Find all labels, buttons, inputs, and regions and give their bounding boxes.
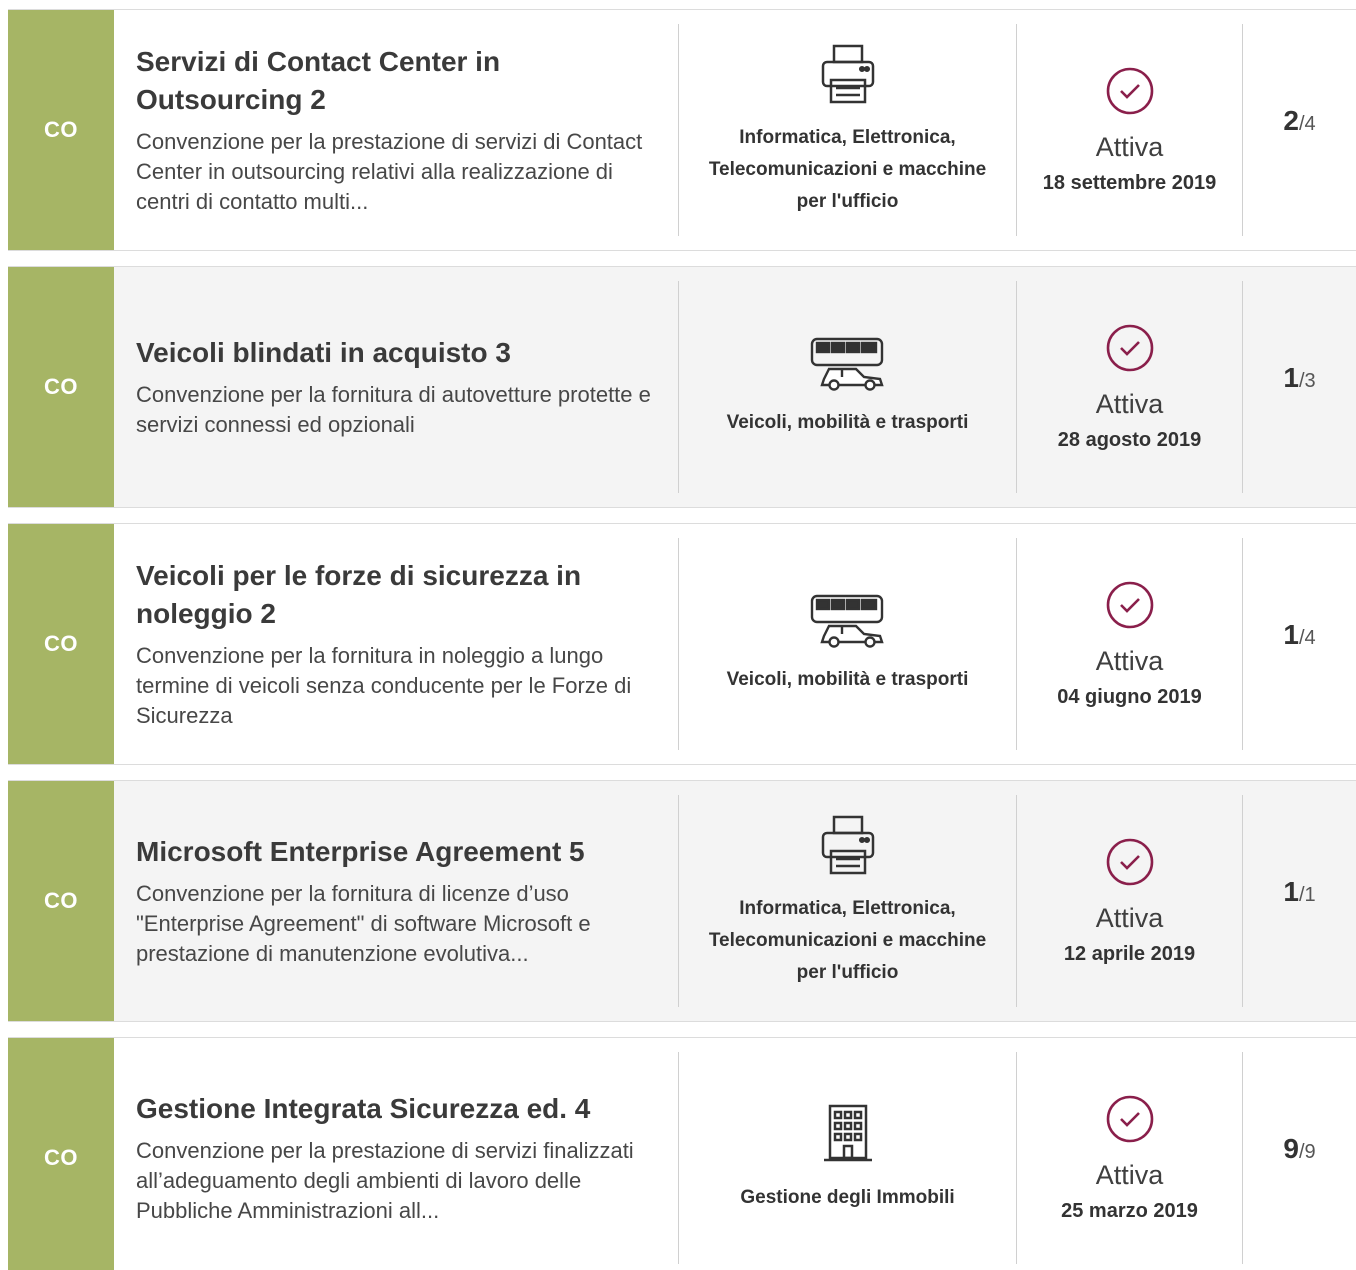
card-main: Veicoli blindati in acquisto 3 Convenzio… <box>114 267 678 507</box>
status-label: Attiva <box>1095 645 1164 676</box>
lots-cell: 1/3 <box>1243 267 1356 507</box>
status-date: 25 marzo 2019 <box>1061 1199 1198 1222</box>
card-title[interactable]: Gestione Integrata Sicurezza ed. 4 <box>136 1090 656 1128</box>
category-cell: Veicoli, mobilità e trasporti <box>679 524 1016 764</box>
category-cell: Veicoli, mobilità e trasporti <box>679 267 1016 507</box>
lots-cell: 1/1 <box>1243 781 1356 1021</box>
status-date: 18 settembre 2019 <box>1042 171 1217 194</box>
check-circle-icon <box>1106 67 1153 114</box>
lots-cell: 2/4 <box>1243 10 1356 250</box>
type-label: CO <box>44 888 78 913</box>
status-cell: Attiva 28 agosto 2019 <box>1017 267 1242 507</box>
lots-total: /3 <box>1298 370 1316 392</box>
status-date: 28 agosto 2019 <box>1057 428 1202 451</box>
card-title[interactable]: Veicoli per le forze di sicurezza in nol… <box>136 557 656 633</box>
card-main: Veicoli per le forze di sicurezza in nol… <box>114 524 678 764</box>
status-cell: Attiva 12 aprile 2019 <box>1017 781 1242 1021</box>
lots-count: 1/4 <box>1283 619 1315 651</box>
status-label: Attiva <box>1095 1159 1164 1190</box>
printer-icon <box>821 44 874 104</box>
category-cell: Informatica, Elettronica, Telecomunicazi… <box>679 10 1016 250</box>
vehicles-icon <box>810 594 884 648</box>
lots-cell: 9/9 <box>1243 1038 1356 1270</box>
type-label: CO <box>44 1145 78 1170</box>
check-circle-icon <box>1106 324 1153 371</box>
status-date: 12 aprile 2019 <box>1063 942 1196 965</box>
card-description: Convenzione per la fornitura in noleggio… <box>136 643 632 728</box>
lots-active: 1 <box>1283 876 1299 907</box>
card-title[interactable]: Servizi di Contact Center in Outsourcing… <box>136 43 656 119</box>
lots-count: 2/4 <box>1283 105 1315 137</box>
lots-count: 1/3 <box>1283 362 1315 394</box>
type-badge: CO <box>8 781 114 1021</box>
card-title[interactable]: Veicoli blindati in acquisto 3 <box>136 334 656 372</box>
convention-card[interactable]: CO Veicoli blindati in acquisto 3 Conven… <box>8 266 1356 508</box>
convention-list: CO Servizi di Contact Center in Outsourc… <box>0 0 1356 1270</box>
type-label: CO <box>44 374 78 399</box>
type-label: CO <box>44 117 78 142</box>
card-description: Convenzione per la fornitura di autovett… <box>136 382 651 437</box>
printer-icon <box>821 815 874 875</box>
status-cell: Attiva 18 settembre 2019 <box>1017 10 1242 250</box>
card-main: Microsoft Enterprise Agreement 5 Convenz… <box>114 781 678 1021</box>
building-icon <box>823 1104 872 1162</box>
status-date: 04 giugno 2019 <box>1057 685 1202 708</box>
type-badge: CO <box>8 10 114 250</box>
type-badge: CO <box>8 524 114 764</box>
lots-cell: 1/4 <box>1243 524 1356 764</box>
status-cell: Attiva 25 marzo 2019 <box>1017 1038 1242 1270</box>
lots-active: 9 <box>1283 1133 1299 1164</box>
status-label: Attiva <box>1095 902 1164 933</box>
lots-count: 1/1 <box>1283 876 1315 908</box>
category-label: Veicoli, mobilità e trasporti <box>726 412 969 433</box>
card-main: Servizi di Contact Center in Outsourcing… <box>114 10 678 250</box>
card-description: Convenzione per la prestazione di serviz… <box>136 1138 634 1223</box>
check-circle-icon <box>1106 581 1153 628</box>
lots-count: 9/9 <box>1283 1133 1315 1165</box>
card-description: Convenzione per la fornitura di licenze … <box>136 881 591 966</box>
lots-total: /4 <box>1298 627 1316 649</box>
type-badge: CO <box>8 267 114 507</box>
convention-card[interactable]: CO Servizi di Contact Center in Outsourc… <box>8 9 1356 251</box>
lots-active: 1 <box>1283 362 1299 393</box>
category-cell: Gestione degli Immobili <box>679 1038 1016 1270</box>
vehicles-icon <box>810 337 884 391</box>
category-label: Gestione degli Immobili <box>740 1187 955 1208</box>
convention-card[interactable]: CO Gestione Integrata Sicurezza ed. 4 Co… <box>8 1037 1356 1270</box>
lots-active: 1 <box>1283 619 1299 650</box>
card-title[interactable]: Microsoft Enterprise Agreement 5 <box>136 833 656 871</box>
type-badge: CO <box>8 1038 114 1270</box>
check-circle-icon <box>1106 838 1153 885</box>
lots-total: /1 <box>1298 884 1316 906</box>
lots-active: 2 <box>1283 105 1299 136</box>
status-label: Attiva <box>1095 131 1164 162</box>
lots-total: /9 <box>1298 1141 1316 1163</box>
convention-card[interactable]: CO Veicoli per le forze di sicurezza in … <box>8 523 1356 765</box>
card-description: Convenzione per la prestazione di serviz… <box>136 129 643 214</box>
lots-total: /4 <box>1298 113 1316 135</box>
card-main: Gestione Integrata Sicurezza ed. 4 Conve… <box>114 1038 678 1270</box>
category-label: Veicoli, mobilità e trasporti <box>726 669 969 690</box>
type-label: CO <box>44 631 78 656</box>
status-cell: Attiva 04 giugno 2019 <box>1017 524 1242 764</box>
category-cell: Informatica, Elettronica, Telecomunicazi… <box>679 781 1016 1021</box>
check-circle-icon <box>1106 1095 1153 1142</box>
category-label: Informatica, Elettronica, Telecomunicazi… <box>708 127 987 212</box>
category-label: Informatica, Elettronica, Telecomunicazi… <box>708 898 987 983</box>
status-label: Attiva <box>1095 388 1164 419</box>
convention-card[interactable]: CO Microsoft Enterprise Agreement 5 Conv… <box>8 780 1356 1022</box>
